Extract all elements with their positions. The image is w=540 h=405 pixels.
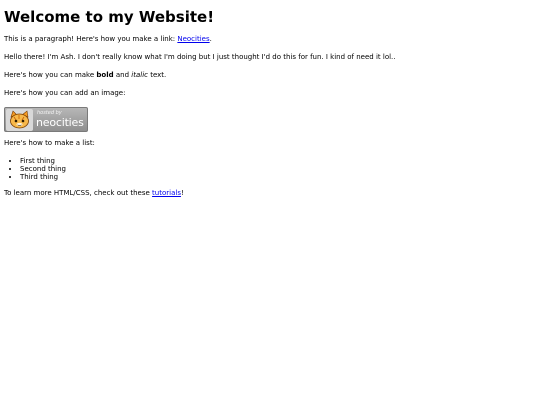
tutorials-paragraph: To learn more HTML/CSS, check out these … [4,189,540,198]
tutorials-text: To learn more HTML/CSS, check out these [4,189,153,197]
neocities-badge-image: hosted by neocities [4,107,88,132]
intro-paragraph: This is a paragraph! Here's how you make… [4,35,540,44]
neocities-cat-icon [6,109,33,131]
bold-text: bold [96,71,114,79]
formatting-text-end: text. [147,71,167,79]
neocities-link[interactable]: Neocities [177,35,209,43]
formatting-paragraph: Here's how you can make bold and italic … [4,71,540,80]
formatting-text-middle: and [113,71,132,79]
page-body: Welcome to my Website! This is a paragra… [0,0,540,405]
list-item: First thing [20,157,540,165]
formatting-text-start: Here's how you can make [4,71,97,79]
italic-text: italic [131,71,148,79]
tutorials-link[interactable]: tutorials [152,189,181,197]
page-title: Welcome to my Website! [4,8,215,26]
list-paragraph: Here's how to make a list: [4,139,95,147]
list-item: Second thing [20,165,540,173]
list-item: Third thing [20,173,540,181]
neocities-logo-text: neocities [36,116,84,129]
image-paragraph: Here's how you can add an image: [4,89,126,97]
sample-list: First thing Second thing Third thing [4,157,540,181]
intro-period: . [209,35,212,43]
about-paragraph: Hello there! I'm Ash. I don't really kno… [4,53,396,61]
intro-text: This is a paragraph! Here's how you make… [4,35,178,43]
tutorials-exclamation: ! [180,189,184,197]
